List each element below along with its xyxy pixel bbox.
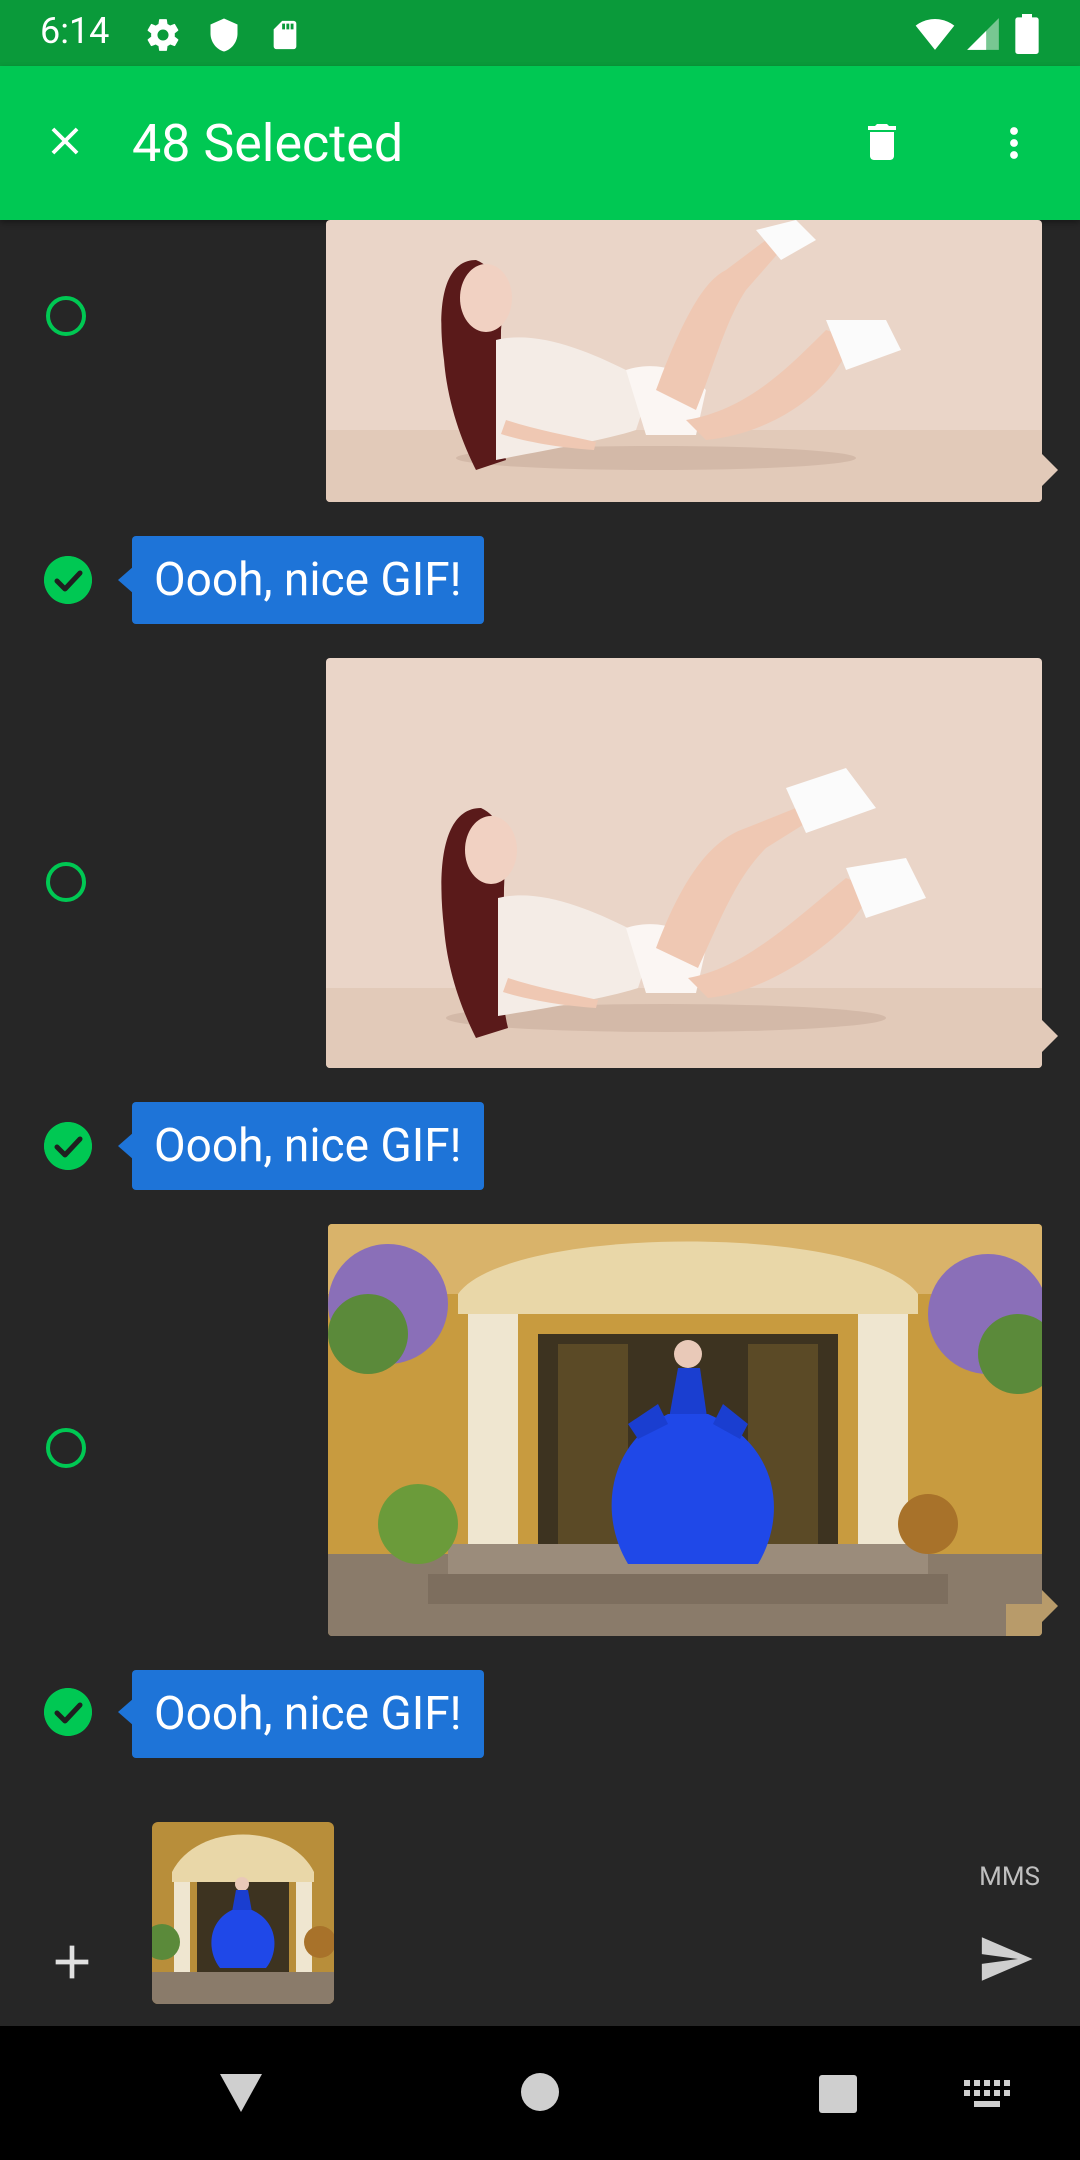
gif-attachment[interactable] xyxy=(326,220,1042,502)
battery-icon xyxy=(1015,14,1039,54)
message-list[interactable]: Oooh, nice GIF! Oooh, nice GIF! Oooh, ni… xyxy=(0,220,1080,1800)
media-bubble-tail xyxy=(1042,1590,1058,1622)
attachment-thumbnail[interactable] xyxy=(152,1822,334,2004)
send-icon[interactable] xyxy=(976,1930,1036,1988)
gif-attachment[interactable] xyxy=(326,658,1042,1068)
media-bubble-tail xyxy=(1042,454,1058,486)
signal-icon xyxy=(967,18,999,50)
wifi-icon xyxy=(915,19,955,50)
sd-card-icon xyxy=(273,20,297,50)
composer: MMS xyxy=(0,1800,1080,2026)
selection-circle-unchecked[interactable] xyxy=(46,296,86,336)
home-icon[interactable] xyxy=(520,2072,560,2112)
selection-count-title: 48 Selected xyxy=(132,113,404,174)
shield-icon xyxy=(210,18,238,52)
message-bubble[interactable]: Oooh, nice GIF! xyxy=(132,1670,484,1758)
settings-icon xyxy=(147,19,179,51)
message-bubble[interactable]: Oooh, nice GIF! xyxy=(132,1102,484,1190)
selection-circle-unchecked[interactable] xyxy=(46,1428,86,1468)
message-bubble[interactable]: Oooh, nice GIF! xyxy=(132,536,484,624)
gif-image xyxy=(326,220,1042,502)
gif-image xyxy=(326,658,1042,1068)
selection-app-bar: 48 Selected xyxy=(0,66,1080,220)
check-circle-icon[interactable] xyxy=(44,556,92,604)
back-icon[interactable] xyxy=(218,2072,264,2114)
send-mode-label: MMS xyxy=(979,1862,1040,1892)
selection-circle-unchecked[interactable] xyxy=(46,862,86,902)
gif-attachment[interactable] xyxy=(328,1224,1042,1636)
media-bubble-tail xyxy=(1042,1020,1058,1052)
delete-icon[interactable] xyxy=(858,114,906,170)
recents-icon[interactable] xyxy=(818,2074,858,2114)
status-bar: 6:14 xyxy=(0,0,1080,66)
navigation-bar xyxy=(0,2026,1080,2160)
add-icon[interactable] xyxy=(44,1934,100,1990)
keyboard-icon[interactable] xyxy=(964,2080,1010,2110)
check-circle-icon[interactable] xyxy=(44,1122,92,1170)
close-icon[interactable] xyxy=(42,118,88,164)
gif-image xyxy=(328,1224,1042,1636)
attachment-image xyxy=(152,1822,334,2004)
check-circle-icon[interactable] xyxy=(44,1688,92,1736)
status-time: 6:14 xyxy=(40,10,110,52)
more-vert-icon[interactable] xyxy=(996,118,1032,168)
